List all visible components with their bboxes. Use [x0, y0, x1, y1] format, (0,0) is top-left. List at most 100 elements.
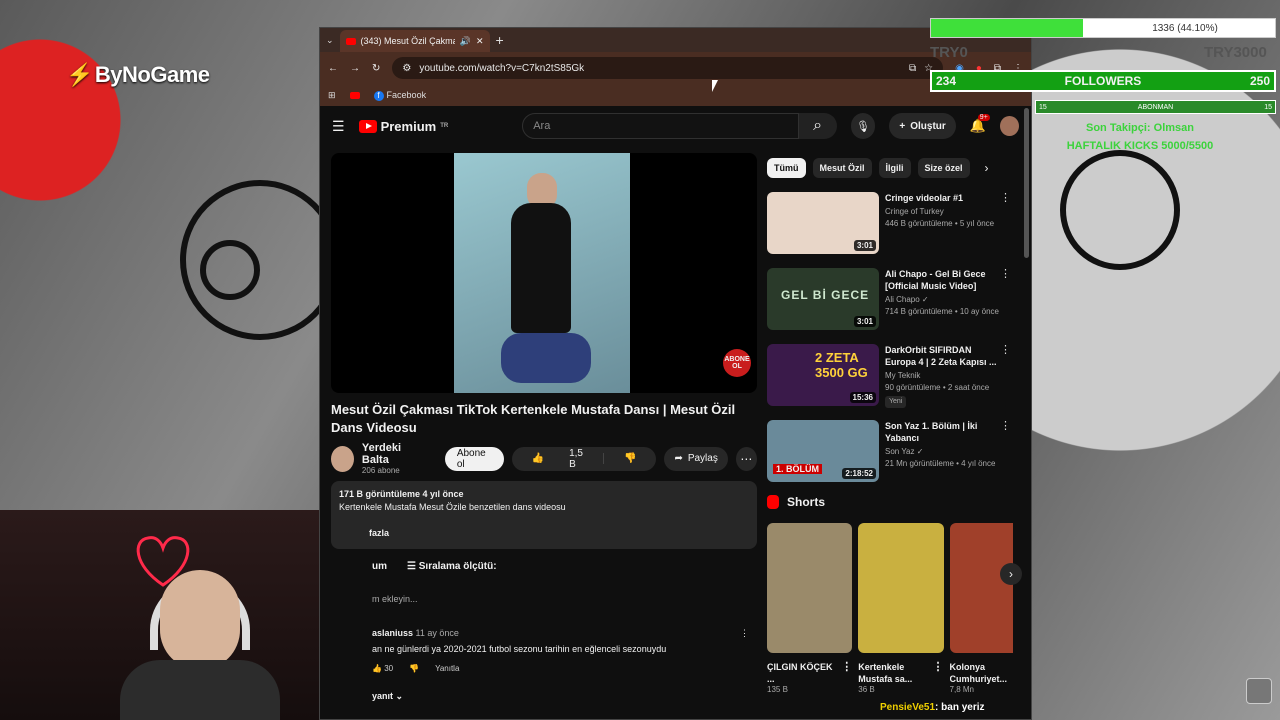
comment-author[interactable]: aslaniuss — [372, 628, 413, 638]
new-badge: Yeni — [885, 396, 907, 408]
short-thumbnail[interactable] — [949, 523, 1013, 653]
video-thumbnail[interactable]: 2 ZETA 3500 GG 15:36 — [767, 344, 879, 406]
video-title[interactable]: Son Yaz 1. Bölüm | İki Yabancı — [885, 420, 1013, 444]
search-button[interactable]: ⌕ — [798, 113, 837, 139]
chat-user: PensieVe51 — [880, 702, 936, 713]
more-icon: ⋯ — [740, 451, 753, 466]
video-title[interactable]: DarkOrbit SIFIRDAN Europa 4 | 2 Zeta Kap… — [885, 344, 1013, 368]
logo-region: TR — [440, 123, 449, 129]
bookmark-facebook[interactable]: f Facebook — [373, 90, 426, 101]
new-tab-icon[interactable]: + — [496, 32, 504, 48]
speaker-icon[interactable]: 🔊 — [460, 36, 471, 47]
video-thumbnail[interactable]: 3:01 — [767, 192, 879, 254]
like-button[interactable]: 👍 1,5 B — [512, 448, 603, 470]
comment-menu-icon[interactable]: ⋮ — [740, 628, 749, 639]
notifications-button[interactable]: 🔔 9+ — [970, 114, 990, 134]
list-item[interactable]: 2 ZETA 3500 GG 15:36 DarkOrbit SIFIRDAN E… — [767, 344, 1013, 408]
chip-related[interactable]: İlgili — [878, 158, 911, 178]
search-icon: ⌕ — [813, 117, 823, 134]
sort-button[interactable]: ☰ Sıralama ölçütü: — [407, 561, 497, 572]
followers-current: 234 — [936, 74, 957, 88]
tab-list-icon[interactable]: ⌄ — [326, 35, 334, 46]
video-title[interactable]: Cringe videolar #1 — [885, 192, 1013, 204]
shorts-next-button[interactable]: › — [1000, 563, 1022, 585]
player-subscribe-badge[interactable]: ABONE OL — [723, 349, 751, 377]
account-avatar[interactable] — [999, 116, 1019, 136]
create-button[interactable]: + Oluştur — [889, 113, 956, 139]
video-thumbnail[interactable]: 1. BÖLÜM 2:18:52 — [767, 420, 879, 482]
reply-button[interactable]: Yanıtla — [435, 664, 459, 673]
streamer-body — [120, 660, 280, 720]
menu-icon[interactable]: ☰ — [332, 118, 345, 135]
url-field[interactable]: ⚙ youtube.com/watch?v=C7kn2tS85Gk ⧉ ☆ — [392, 57, 944, 79]
bookmark-youtube-icon[interactable] — [349, 91, 360, 99]
list-item[interactable]: 1. BÖLÜM 2:18:52 Son Yaz 1. Bölüm | İki Y… — [767, 420, 1013, 482]
chip-mesut-ozil[interactable]: Mesut Özil — [812, 158, 872, 178]
list-item[interactable]: 3:01 Cringe videolar #1 Cringe of Turkey… — [767, 192, 1013, 254]
youtube-logo[interactable]: Premium TR — [358, 119, 449, 134]
video-meta: 714 B görüntüleme • 10 ay önce — [885, 307, 999, 316]
channel-name[interactable]: Son Yaz ✓ — [885, 446, 1013, 458]
more-icon[interactable]: ⋮ — [841, 661, 852, 673]
back-icon[interactable]: ← — [328, 63, 338, 74]
subscriber-count: 206 abone — [361, 466, 400, 475]
replies-label: yanıt — [372, 691, 394, 701]
more-actions-button[interactable]: ⋯ — [735, 446, 757, 471]
dislike-button[interactable]: 👎 — [602, 453, 656, 464]
site-info-icon[interactable]: ⚙ — [402, 63, 411, 74]
short-title[interactable]: Kertenkele Mustafa sa... — [858, 662, 912, 684]
more-icon[interactable]: ⋮ — [1000, 344, 1011, 356]
channel-name[interactable]: Ali Chapo ✓ — [885, 294, 1013, 306]
browser-window: ⌄ (343) Mesut Özil Çakması T 🔊 ✕ + ← → ↻… — [319, 27, 1032, 720]
more-icon[interactable]: ⋮ — [1000, 268, 1011, 280]
add-comment-field[interactable]: m ekleyin... — [372, 594, 757, 604]
list-item[interactable]: GEL Bİ GECE 3:01 Ali Chapo - Gel Bi Gece … — [767, 268, 1013, 330]
more-icon[interactable]: ⋮ — [1000, 192, 1011, 204]
chip-for-you[interactable]: Size özel — [917, 158, 970, 178]
video-meta: 446 B görüntüleme • 5 yıl önce — [885, 219, 995, 228]
channel-name[interactable]: Yerdeki Balta — [362, 442, 423, 466]
replies-toggle[interactable]: yanıt ⌄ — [372, 691, 757, 702]
short-card[interactable]: Kertenkele Mustafa sa... ⋮ 36 B — [858, 523, 944, 694]
install-icon[interactable]: ⧉ — [909, 63, 916, 74]
video-title[interactable]: Ali Chapo - Gel Bi Gece [Official Music … — [885, 268, 1013, 292]
more-icon[interactable]: ⋮ — [933, 661, 944, 673]
search-input[interactable]: Ara — [522, 113, 799, 139]
share-button[interactable]: ➦ Paylaş — [664, 446, 728, 471]
short-thumbnail[interactable] — [858, 523, 944, 653]
short-thumbnail[interactable] — [767, 523, 853, 653]
create-label: Oluştur — [910, 120, 946, 132]
tab-youtube[interactable]: (343) Mesut Özil Çakması T 🔊 ✕ — [339, 30, 490, 52]
tab-strip: ⌄ (343) Mesut Özil Çakması T 🔊 ✕ + — [320, 28, 1031, 52]
channel-name[interactable]: Cringe of Turkey — [885, 206, 1013, 218]
show-more-link[interactable]: fazla — [339, 528, 389, 538]
webcam-feed — [0, 510, 372, 720]
chips-next-icon[interactable]: › — [985, 161, 989, 175]
video-thumbnail[interactable]: GEL Bİ GECE 3:01 — [767, 268, 879, 330]
voice-search-button[interactable]: 🎙 — [850, 113, 876, 139]
tab-close-icon[interactable]: ✕ — [476, 36, 484, 47]
short-card[interactable]: ÇILGIN KÖÇEK ... ⋮ 135 B — [767, 523, 853, 694]
chip-all[interactable]: Tümü — [767, 158, 806, 178]
more-icon[interactable]: ⋮ — [1000, 420, 1011, 432]
comment-dislike-icon[interactable]: 👎 — [409, 664, 419, 673]
short-title[interactable]: Kolonya Cumhuriyet... — [950, 662, 1008, 684]
channel-info[interactable]: Yerdeki Balta 206 abone — [362, 442, 423, 475]
scrollbar[interactable] — [1024, 108, 1029, 258]
channel-avatar[interactable] — [331, 445, 354, 472]
description-box[interactable]: 171 B görüntüleme 4 yıl önce Kertenkele … — [331, 481, 757, 549]
apps-icon[interactable]: ⊞ — [328, 90, 336, 101]
reload-icon[interactable]: ↻ — [372, 63, 380, 74]
channel-name[interactable]: My Teknik — [885, 370, 1013, 382]
comment-like-button[interactable]: 👍 30 — [372, 664, 393, 673]
chevron-down-icon: ⌄ — [395, 691, 404, 701]
chat-message: PensieVe51: ban yeriz — [880, 702, 985, 713]
short-card[interactable]: Kolonya Cumhuriyet... 7,8 Mn — [949, 523, 1013, 694]
subscribe-button[interactable]: Abone ol — [444, 446, 504, 471]
video-player[interactable]: ABONE OL — [331, 153, 757, 393]
short-views: 135 B — [767, 685, 788, 694]
short-title[interactable]: ÇILGIN KÖÇEK ... — [767, 662, 833, 684]
url-text: youtube.com/watch?v=C7kn2tS85Gk — [419, 62, 585, 74]
duration-badge: 3:01 — [853, 316, 876, 327]
forward-icon[interactable]: → — [350, 63, 360, 74]
